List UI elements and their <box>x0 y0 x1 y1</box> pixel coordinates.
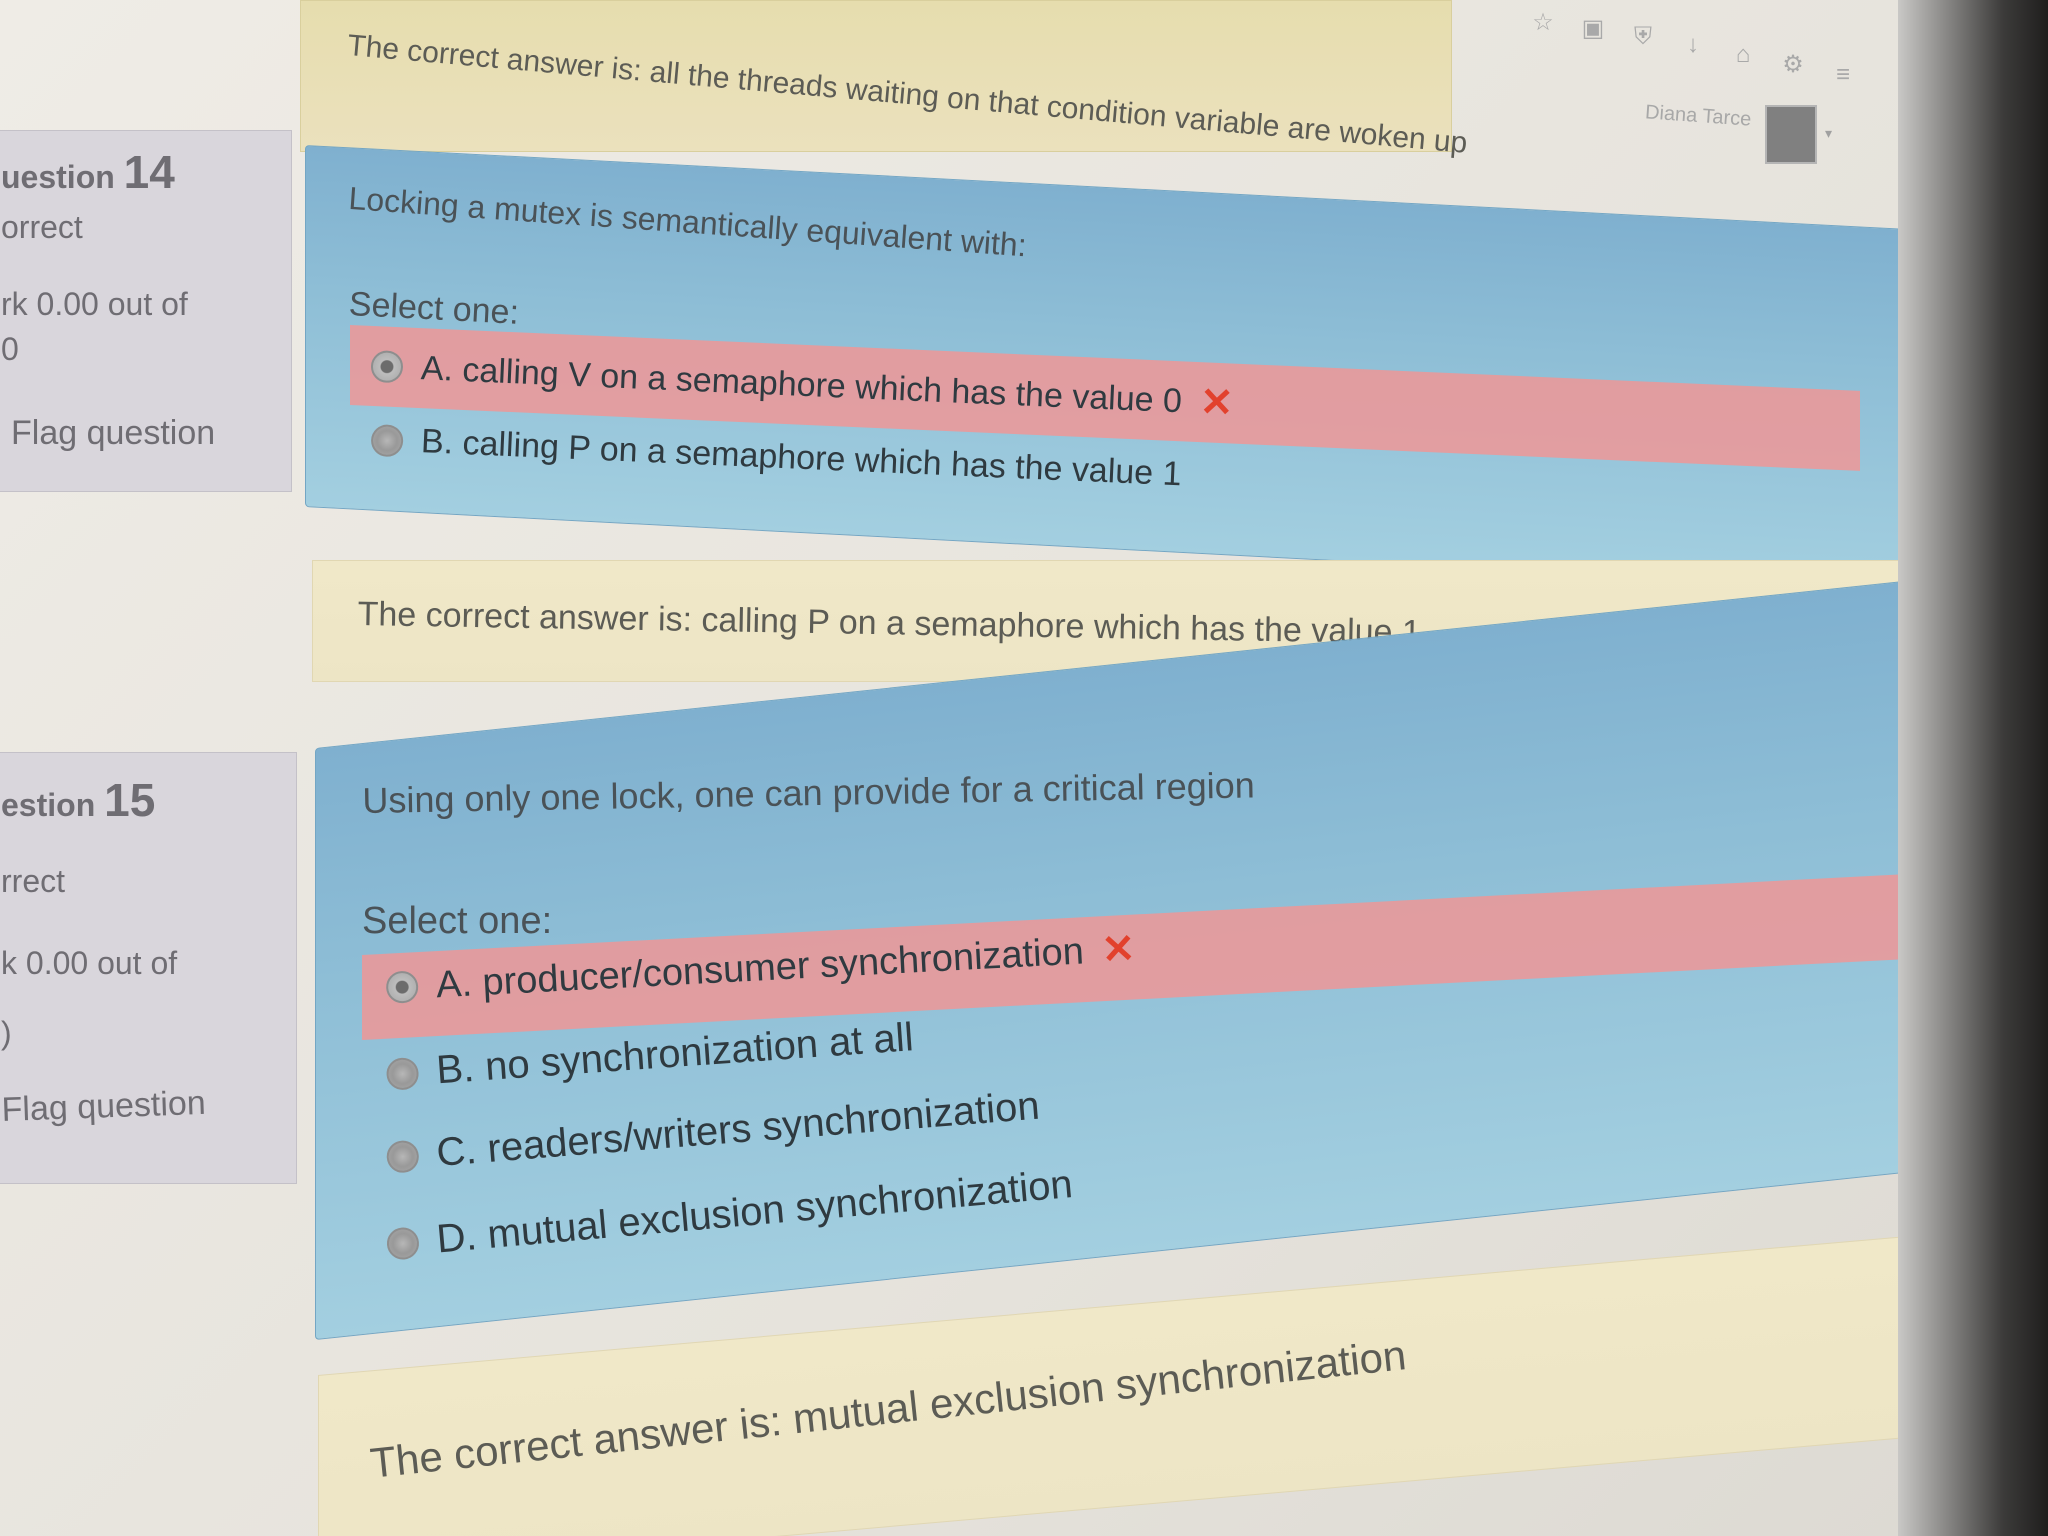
radio-button[interactable] <box>385 1225 421 1261</box>
chevron-down-icon[interactable]: ▾ <box>1825 125 1832 142</box>
radio-button[interactable] <box>370 349 404 384</box>
incorrect-x-icon: ✕ <box>1100 926 1137 973</box>
flag-question-link[interactable]: Flag question <box>1 1084 206 1130</box>
radio-button[interactable] <box>385 970 419 1004</box>
settings-icon[interactable]: ⚙ <box>1780 52 1806 78</box>
user-name[interactable]: Diana Tarce <box>1644 101 1752 131</box>
radio-button[interactable] <box>385 1138 420 1174</box>
question-state: rrect <box>1 863 65 899</box>
question-mark-total: 0 <box>1 331 19 367</box>
question-mark: k 0.00 out of <box>1 945 178 981</box>
question-mark: rk 0.00 out of <box>1 286 188 322</box>
browser-toolbar: ☆ ▣ ⛨ ↓ ⌂ ⚙ ≡ Diana Tarce ▾ <box>1500 0 1900 164</box>
radio-button[interactable] <box>385 1056 420 1091</box>
flag-question-link[interactable]: Flag question <box>11 414 215 453</box>
quiz-review-page: The correct answer is: all the threads w… <box>0 0 2048 1536</box>
question-info-14: uestion 14 orrect rk 0.00 out of 0 Flag … <box>0 130 292 492</box>
download-icon[interactable]: ↓ <box>1680 32 1706 58</box>
previous-feedback-panel: The correct answer is: all the threads w… <box>300 0 1469 160</box>
question-info-15: estion 15 rrect k 0.00 out of ) Flag que… <box>0 752 297 1184</box>
question-mark-total: ) <box>1 1015 12 1051</box>
monitor-bezel <box>1898 0 2048 1536</box>
home-icon[interactable]: ⌂ <box>1730 42 1756 68</box>
shield-icon[interactable]: ⛨ <box>1630 24 1656 50</box>
incorrect-x-icon: ✕ <box>1198 380 1235 426</box>
clipboard-icon[interactable]: ▣ <box>1580 16 1606 42</box>
star-icon[interactable]: ☆ <box>1530 10 1556 36</box>
question-number-label: estion 15 <box>1 774 156 826</box>
question-state: orrect <box>1 209 83 245</box>
menu-icon[interactable]: ≡ <box>1830 62 1856 88</box>
question-number-label: uestion 14 <box>1 146 175 198</box>
radio-button[interactable] <box>370 423 404 457</box>
avatar[interactable] <box>1765 105 1817 164</box>
previous-feedback-text: The correct answer is: all the threads w… <box>346 29 1469 160</box>
select-one-prompt: Select one: <box>362 900 553 942</box>
